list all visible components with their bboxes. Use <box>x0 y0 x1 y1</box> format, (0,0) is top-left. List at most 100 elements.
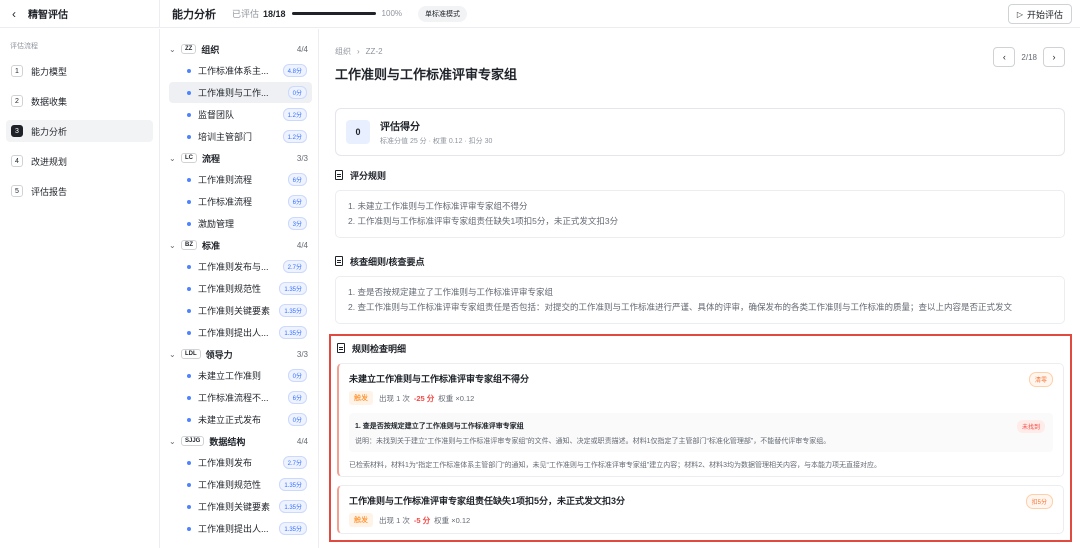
tree-item[interactable]: 工作准则流程 6分 <box>169 169 312 190</box>
group-count: 4/4 <box>296 44 308 54</box>
section-heading-label: 规则检查明细 <box>352 343 407 354</box>
chevron-right-icon: › <box>357 47 360 56</box>
group-count: 4/4 <box>296 240 308 250</box>
tree-item-label: 激励管理 <box>198 219 235 229</box>
checkpoint-line: 1. 查是否按规定建立了工作准则与工作标准评审专家组 <box>348 287 553 297</box>
start-evaluation-label: 开始评估 <box>1026 9 1063 20</box>
tree-group-ldl[interactable]: ⌄ LDL 领导力 3/3 <box>169 344 312 364</box>
tree-item[interactable]: 培训主管部门 1.2分 <box>169 126 312 147</box>
sidebar-item-label: 改进规划 <box>31 156 68 167</box>
tree-item[interactable]: 工作准则规范性 1.35分 <box>169 474 312 495</box>
score-card: 0 评估得分 标准分值 25 分 · 权重 0.12 · 扣分 30 <box>335 108 1065 156</box>
sidebar-item-evaluation-report[interactable]: 5 评估报告 <box>6 180 153 202</box>
group-code: BZ <box>181 240 197 250</box>
checkpoints-box: 1. 查是否按规定建立了工作准则与工作标准评审专家组 2. 查工作准则与工作标准… <box>335 276 1065 324</box>
score-value: 0 <box>346 120 370 144</box>
tree-item[interactable]: 未建立正式发布 0分 <box>169 409 312 430</box>
sidebar-item-improvement-plan[interactable]: 4 改进规划 <box>6 150 153 172</box>
bullet-icon <box>187 112 191 117</box>
score-delta: -5 分 <box>413 515 431 525</box>
bullet-icon <box>187 330 191 335</box>
chevron-down-icon[interactable]: ⌄ <box>169 154 181 163</box>
rule-card-title: 未建立工作准则与工作标准评审专家组不得分 <box>349 374 530 384</box>
trigger-badge: 触发 <box>349 391 373 405</box>
mode-tag[interactable]: 单标准模式 <box>418 5 468 22</box>
score-delta: -25 分 <box>413 393 435 403</box>
next-page-button[interactable]: › <box>1043 47 1065 67</box>
header-main: 能力分析 已评估 18/18 100% 单标准模式 <box>160 5 1080 22</box>
step-number: 1 <box>11 65 23 77</box>
group-name: 领导力 <box>205 349 233 360</box>
brand-title: 精智评估 <box>28 10 68 21</box>
group-name: 数据结构 <box>209 436 246 447</box>
tree-item-label: 工作准则与工作... <box>198 88 269 98</box>
brand-area: ‹ 精智评估 <box>0 0 160 28</box>
bullet-icon <box>187 395 191 400</box>
page-section-title: 能力分析 <box>172 8 216 21</box>
group-code: LC <box>181 153 197 163</box>
status-badge: 清零 <box>1028 372 1053 387</box>
tree-group-bz[interactable]: ⌄ BZ 标准 4/4 <box>169 235 312 255</box>
tree-item[interactable]: 工作准则关键要素 1.35分 <box>169 300 312 321</box>
document-icon <box>337 343 345 353</box>
score-badge: 1.35分 <box>279 282 307 295</box>
sidebar-item-ability-model[interactable]: 1 能力模型 <box>6 60 153 82</box>
breadcrumb-item: ZZ-2 <box>365 47 383 56</box>
score-badge: 0分 <box>287 86 307 99</box>
status-badge: 未找到 <box>1016 420 1045 433</box>
bullet-icon <box>187 373 191 378</box>
tree-item[interactable]: 监督团队 1.2分 <box>169 104 312 125</box>
tree-item-label: 工作准则提出人... <box>198 328 269 338</box>
tree-item[interactable]: 工作准则关键要素 1.35分 <box>169 496 312 517</box>
tree-item[interactable]: 未建立工作准则 0分 <box>169 365 312 386</box>
occurrence-text: 出现 1 次 <box>379 515 410 525</box>
tree-item[interactable]: 激励管理 3分 <box>169 213 312 234</box>
section-heading-label: 核查细则/核查要点 <box>350 256 425 267</box>
bullet-icon <box>187 286 191 291</box>
chevron-down-icon[interactable]: ⌄ <box>169 45 181 54</box>
tree-item-label: 工作准则关键要素 <box>198 502 271 512</box>
chevron-down-icon[interactable]: ⌄ <box>169 350 181 359</box>
group-name: 流程 <box>202 153 221 164</box>
progress-count: 18/18 <box>263 8 286 19</box>
tree-group-sjjg[interactable]: ⌄ SJJG 数据结构 4/4 <box>169 431 312 451</box>
group-name: 组织 <box>201 44 220 55</box>
tree-item[interactable]: 工作准则提出人... 1.35分 <box>169 518 312 539</box>
sidebar-item-data-collection[interactable]: 2 数据收集 <box>6 90 153 112</box>
rule-card-meta: 触发 出现 1 次 -5 分 权重 ×0.12 <box>349 513 1053 527</box>
chevron-left-icon: ‹ <box>1002 52 1006 62</box>
tree-item[interactable]: 工作准则发布 2.7分 <box>169 452 312 473</box>
tree-item[interactable]: 工作准则规范性 1.35分 <box>169 278 312 299</box>
section-heading-rules: 评分规则 <box>335 168 1065 182</box>
tree-item[interactable]: 工作准则提出人... 1.35分 <box>169 322 312 343</box>
bullet-icon <box>187 417 191 422</box>
checkpoint-line: 2. 查工作准则与工作标准评审专家组责任是否包括：对提交的工作准则与工作标准进行… <box>348 302 1012 312</box>
section-heading-label: 评分规则 <box>350 170 387 181</box>
tree-group-lc[interactable]: ⌄ LC 流程 3/3 <box>169 148 312 168</box>
step-number: 5 <box>11 185 23 197</box>
score-badge: 6分 <box>287 391 307 404</box>
sidebar-item-ability-analysis[interactable]: 3 能力分析 <box>6 120 153 142</box>
section-heading-details: 规则检查明细 <box>337 341 1064 355</box>
chevron-left-icon[interactable]: ‹ <box>12 7 16 21</box>
tree-item[interactable]: 工作标准流程不... 6分 <box>169 387 312 408</box>
play-icon: ▷ <box>1016 9 1023 19</box>
bullet-icon <box>187 460 191 465</box>
tree-item[interactable]: 工作准则发布与... 2.7分 <box>169 256 312 277</box>
start-evaluation-button[interactable]: ▷ 开始评估 <box>1007 4 1072 24</box>
process-sidebar: 评估流程 1 能力模型 2 数据收集 3 能力分析 4 改进规划 5 评估报告 <box>0 29 160 548</box>
pager: ‹ 2/18 › <box>993 47 1065 67</box>
prev-page-button[interactable]: ‹ <box>993 47 1016 67</box>
sidebar-item-label: 数据收集 <box>31 96 68 107</box>
chevron-down-icon[interactable]: ⌄ <box>169 241 181 250</box>
tree-group-zz[interactable]: ⌄ ZZ 组织 4/4 <box>169 39 312 59</box>
score-badge: 2.7分 <box>282 456 307 469</box>
occurrence-text: 出现 1 次 <box>379 393 410 403</box>
tree-item-selected[interactable]: 工作准则与工作... 0分 <box>169 82 312 103</box>
rule-check-details: 规则检查明细 未建立工作准则与工作标准评审专家组不得分 清零 触发 出现 1 次… <box>329 334 1072 542</box>
tree-item[interactable]: 工作标准流程 6分 <box>169 191 312 212</box>
breadcrumb-item[interactable]: 组织 <box>335 46 351 57</box>
top-bar: ‹ 精智评估 能力分析 已评估 18/18 100% 单标准模式 ▷ 开始评估 <box>0 0 1080 28</box>
tree-item[interactable]: 工作标准体系主... 4.8分 <box>169 60 312 81</box>
chevron-down-icon[interactable]: ⌄ <box>169 437 181 446</box>
